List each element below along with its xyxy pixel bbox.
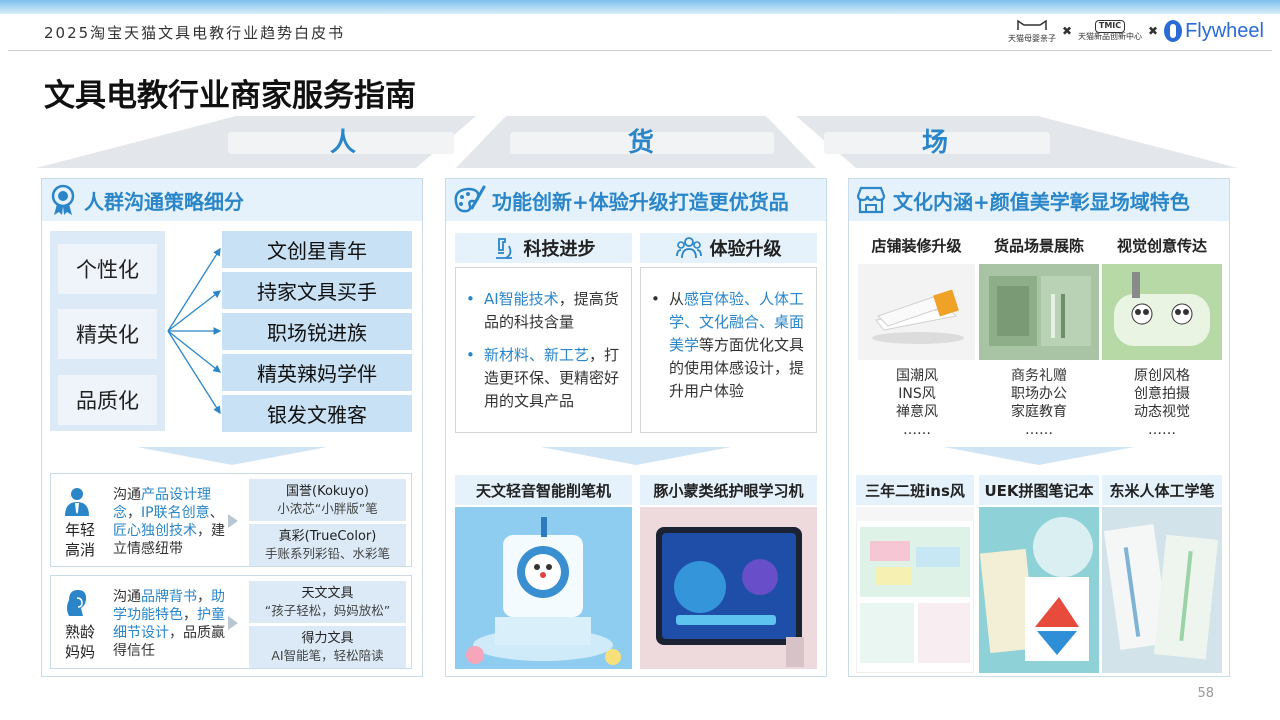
brand-name: 天文文具 [301, 586, 354, 601]
cat-head-icon [1017, 19, 1047, 31]
stapler-image [858, 264, 975, 360]
column-people-title: 人群沟通策略细分 [84, 189, 244, 214]
column-goods-title: 功能创新+体验升级打造更优货品 [492, 189, 789, 214]
pillar-goods: 货 [628, 128, 655, 158]
column-people-header: 人群沟通策略细分 [42, 179, 422, 221]
top-accent-bar [0, 0, 1280, 14]
persona-tag: 精英辣妈学伴 [222, 354, 412, 391]
category-title: 货品场景展陈 [993, 236, 1084, 255]
bullet-item: • 从感官体验、人体工学、文化融合、桌面美学等方面优化文具的使用体感设计，提升用户… [651, 290, 805, 400]
brand-example: 真彩(TrueColor) 手账系列彩铅、水彩笔 [249, 524, 406, 566]
subhead-tech-label: 科技进步 [523, 239, 596, 260]
subhead-experience-label: 体验升级 [709, 239, 782, 260]
persona-card-mature: 熟龄妈妈 沟通品牌背书，助学功能特色，护童细节设计，品质赢得信任 天文文具 “孩… [50, 575, 412, 669]
panda-pencil-case-image [1102, 264, 1222, 360]
separator-x-icon: ✖ [1148, 24, 1159, 38]
brand-name: 国誉(Kokuyo) [286, 484, 369, 499]
learning-tablet-image [640, 507, 817, 669]
down-chevron-icon [137, 447, 327, 465]
brand-product: 手账系列彩铅、水彩笔 [264, 546, 390, 561]
down-chevron-icon [541, 447, 731, 465]
brand-product: AI智能笔，轻松陪读 [271, 648, 384, 663]
bullet-dot-icon: • [651, 290, 660, 308]
brand-example: 国誉(Kokuyo) 小浓芯“小胖版”笔 [249, 479, 406, 521]
segment-item: 个性化 [58, 244, 157, 294]
person-tie-icon [65, 488, 89, 516]
persona-card-who: 年轻高消 [65, 521, 96, 559]
bullet-dot-icon: • [466, 290, 475, 308]
puzzle-notebook-image [979, 507, 1099, 673]
product-title: 天文轻音智能削笔机 [455, 475, 632, 505]
tech-text-card: • AI智能技术，提高货品的科技含量 • 新材料、新工艺，打造更环保、更精密好用的文… [455, 267, 632, 433]
tmall-baby-logo-text: 天猫母婴亲子 [1007, 34, 1056, 43]
column-place-header: 文化内涵+颜值美学彰显场域特色 [849, 179, 1229, 221]
tmic-logo-text: 天猫新品创新中心 [1078, 32, 1143, 41]
microscope-icon [495, 238, 512, 259]
persona-card-young: 年轻高消 沟通产品设计理念，IP联名创意、匠心独创技术，建立情感纽带 国誉(Ko… [50, 473, 412, 567]
style-list: 国潮风 INS风 禅意风…… [896, 368, 938, 438]
persona-card-desc: 沟通品牌背书，助学功能特色，护童细节设计，品质赢得信任 [113, 589, 225, 659]
flywheel-logo-text: Flywheel [1185, 19, 1264, 42]
segment-item: 品质化 [58, 375, 157, 425]
pencil-sharpener-image [455, 507, 632, 669]
product-title: UEK拼图笔记本 [979, 475, 1099, 505]
brand-product: “孩子轻松，妈妈放松” [264, 603, 391, 618]
ergonomic-pen-image [1102, 507, 1222, 673]
tmic-logo: TMIC 天猫新品创新中心 [1078, 20, 1142, 42]
persona-tag: 文创星青年 [222, 231, 412, 268]
column-people: 人群沟通策略细分 个性化 精英化 品质化 文创星青年 持家文具买手 职场锐进族 … [41, 178, 423, 677]
column-place: 文化内涵+颜值美学彰显场域特色 店铺装修升级 货品场景展陈 视觉创意传达 国潮风… [848, 178, 1230, 677]
persona-tag: 银发文雅客 [222, 395, 412, 432]
fan-arrows [167, 247, 222, 415]
persona-card-who: 熟龄妈妈 [65, 623, 96, 661]
arrow-right-icon [228, 616, 238, 630]
persona-card-desc: 沟通产品设计理念，IP联名创意、匠心独创技术，建立情感纽带 [113, 487, 225, 557]
brand-product: 小浓芯“小胖版”笔 [277, 501, 378, 516]
style-list: 原创风格 创意拍摄 动态视觉…… [1134, 368, 1190, 438]
segment-item: 精英化 [58, 309, 157, 359]
persona-tag: 职场锐进族 [222, 313, 412, 350]
down-chevron-icon [944, 447, 1134, 465]
bullet-item: • 新材料、新工艺，打造更环保、更精密好用的文具产品 [466, 346, 620, 410]
flywheel-mark-icon [1164, 20, 1183, 42]
bullet-dot-icon: • [466, 346, 475, 364]
brand-name: 真彩(TrueColor) [278, 529, 377, 544]
partner-logos: 天猫母婴亲子 ✖ TMIC 天猫新品创新中心 ✖ Flywheel [1008, 16, 1264, 46]
award-ribbon-icon [51, 184, 75, 215]
column-place-title: 文化内涵+颜值美学彰显场域特色 [893, 189, 1190, 214]
subhead-experience: 体验升级 [640, 233, 817, 263]
page-number: 58 [1197, 686, 1214, 701]
brand-name: 得力文具 [301, 631, 354, 646]
product-title: 豚小蒙类纸护眼学习机 [640, 475, 817, 505]
storefront-icon [856, 186, 886, 214]
gift-set-image [979, 264, 1099, 360]
bullet-item: • AI智能技术，提高货品的科技含量 [466, 290, 619, 331]
product-title: 三年二班ins风 [856, 475, 974, 505]
group-people-icon [675, 237, 702, 259]
category-title: 视觉创意传达 [1116, 236, 1207, 255]
brand-example: 得力文具 AI智能笔，轻松陪读 [249, 626, 406, 668]
column-goods-header: 功能创新+体验升级打造更优货品 [446, 179, 826, 221]
style-list: 商务礼赠 职场办公 家庭教育…… [1011, 368, 1067, 438]
woman-profile-icon [67, 590, 87, 616]
header-divider [8, 50, 1272, 51]
brand-example: 天文文具 “孩子轻松，妈妈放松” [249, 581, 406, 623]
palette-brush-icon [454, 185, 486, 213]
separator-x-icon: ✖ [1061, 24, 1073, 38]
report-title: 2025淘宝天猫文具电教行业趋势白皮书 [44, 24, 346, 42]
pillar-people: 人 [330, 128, 357, 158]
category-title: 店铺装修升级 [871, 236, 962, 255]
persona-tag: 持家文具买手 [222, 272, 412, 309]
experience-text-card: • 从感官体验、人体工学、文化融合、桌面美学等方面优化文具的使用体感设计，提升用户… [640, 267, 817, 433]
subhead-tech: 科技进步 [455, 233, 632, 263]
page-title: 文具电教行业商家服务指南 [44, 78, 416, 114]
tmall-baby-logo: 天猫母婴亲子 [1008, 18, 1056, 44]
flywheel-logo: Flywheel [1164, 20, 1264, 43]
product-title: 东米人体工学笔 [1102, 475, 1222, 505]
column-goods: 功能创新+体验升级打造更优货品 科技进步 体验升级 • AI智能技术，提高货品的科… [445, 178, 827, 677]
pillar-place: 场 [922, 128, 949, 158]
arrow-right-icon [228, 514, 238, 528]
segment-panel: 个性化 精英化 品质化 [50, 231, 165, 431]
ins-stationery-page-image [856, 507, 974, 673]
